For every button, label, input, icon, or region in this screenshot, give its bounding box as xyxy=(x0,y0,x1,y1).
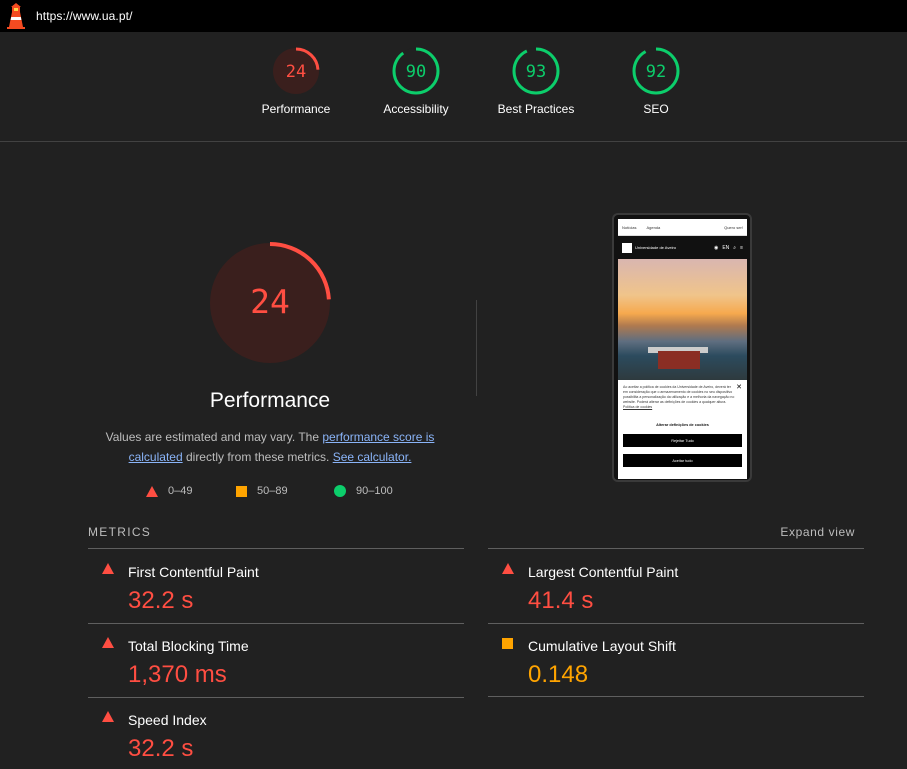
desc-text: Values are estimated and may vary. The xyxy=(105,430,323,444)
triangle-icon xyxy=(102,711,114,722)
see-calculator-link[interactable]: See calculator. xyxy=(333,450,412,464)
gauge-label: Accessibility xyxy=(383,102,449,116)
gauge-accessibility[interactable]: 90 Accessibility xyxy=(361,46,471,116)
gauge-seo[interactable]: 92 SEO xyxy=(601,46,711,116)
metric-name: Cumulative Layout Shift xyxy=(528,638,676,654)
top-bar: https://www.ua.pt/ xyxy=(0,0,907,32)
gauge-performance[interactable]: 24 Performance xyxy=(241,46,351,116)
metric-value: 32.2 s xyxy=(128,587,194,614)
gauge-label: Performance xyxy=(261,102,331,116)
alter-settings: Alterar definições de cookies xyxy=(656,423,709,427)
metrics-heading: METRICS xyxy=(88,525,152,539)
gauge-ring: 24 xyxy=(272,47,320,95)
nav-item: Agenda xyxy=(646,224,661,230)
cookie-banner: ✕ Ao aceitar a política de cookies da Un… xyxy=(618,380,747,479)
metric-first-contentful-paint: First Contentful Paint 32.2 s xyxy=(88,549,464,623)
legend-fail: 0–49 xyxy=(146,485,192,497)
cookie-body: Ao aceitar a política de cookies da Univ… xyxy=(623,385,735,404)
desc-text: directly from these metrics. xyxy=(182,450,333,464)
score-summary: 24 Performance 90 Accessibility 93 Best … xyxy=(0,32,907,142)
metric-speed-index: Speed Index 32.2 s xyxy=(88,697,464,769)
screenshot-header: Universidade de Aveiro ◉ EN ⌕ ≡ xyxy=(618,236,747,259)
ua-logo-icon xyxy=(622,242,632,253)
legend-range: 0–49 xyxy=(168,485,193,497)
screenshot-nav: Notícias Agenda Quero ser! xyxy=(618,219,747,236)
hero-image xyxy=(618,259,747,380)
legend-range: 50–89 xyxy=(257,485,288,497)
gauge-label: SEO xyxy=(643,102,669,116)
gauge-score: 92 xyxy=(646,62,666,82)
gauge-label: Best Practices xyxy=(497,102,575,116)
metric-value: 41.4 s xyxy=(528,587,594,614)
legend-range: 90–100 xyxy=(356,485,393,497)
logo-text: Universidade de Aveiro xyxy=(635,245,677,250)
screenshot-screen: Notícias Agenda Quero ser! Universidade … xyxy=(618,219,747,479)
eye-icon: ◉ xyxy=(713,244,719,251)
cookie-policy-link: Política de cookies xyxy=(623,405,653,409)
square-icon xyxy=(502,638,513,649)
expand-view-toggle[interactable]: Expand view xyxy=(780,525,855,539)
gauge-best-practices[interactable]: 93 Best Practices xyxy=(481,46,591,116)
metric-value: 32.2 s xyxy=(128,735,194,762)
performance-gauge-large: 24 xyxy=(209,242,331,364)
gauge-ring: 93 xyxy=(512,47,560,95)
search-icon: ⌕ xyxy=(733,244,737,251)
lang-label: EN xyxy=(722,244,730,251)
menu-icon: ≡ xyxy=(740,244,743,251)
reject-button: Rejeitar Tudo xyxy=(623,434,742,447)
triangle-icon xyxy=(102,563,114,574)
metric-value: 1,370 ms xyxy=(128,661,227,688)
triangle-icon xyxy=(502,563,514,574)
square-icon xyxy=(236,485,247,497)
gauge-ring: 90 xyxy=(392,47,440,95)
metric-name: First Contentful Paint xyxy=(128,564,259,580)
nav-item: Notícias xyxy=(622,224,637,230)
metric-largest-contentful-paint: Largest Contentful Paint 41.4 s xyxy=(488,549,864,623)
page-url: https://www.ua.pt/ xyxy=(36,9,133,23)
building-shape xyxy=(658,351,700,369)
metric-name: Total Blocking Time xyxy=(128,638,249,654)
metric-name: Speed Index xyxy=(128,712,207,728)
page-screenshot-thumbnail[interactable]: Notícias Agenda Quero ser! Universidade … xyxy=(612,213,752,482)
gauge-ring: 92 xyxy=(632,47,680,95)
lighthouse-logo-icon xyxy=(7,3,25,29)
triangle-icon xyxy=(102,637,114,648)
metric-total-blocking-time: Total Blocking Time 1,370 ms xyxy=(88,623,464,697)
gauge-score: 90 xyxy=(406,62,426,82)
triangle-icon xyxy=(146,485,158,497)
performance-description: Values are estimated and may vary. The p… xyxy=(95,427,445,467)
cookie-text: Ao aceitar a política de cookies da Univ… xyxy=(623,385,735,410)
metric-name: Largest Contentful Paint xyxy=(528,564,679,580)
accept-button: Aceitar tudo xyxy=(623,454,742,467)
header-icons: ◉ EN ⌕ ≡ xyxy=(714,245,743,251)
nav-item: Quero ser! xyxy=(724,224,743,230)
close-icon: ✕ xyxy=(736,384,742,391)
big-gauge-score: 24 xyxy=(250,282,290,321)
gauge-score: 24 xyxy=(286,62,306,82)
performance-title: Performance xyxy=(209,389,331,412)
metric-cumulative-layout-shift: Cumulative Layout Shift 0.148 xyxy=(488,623,864,697)
metrics-divider xyxy=(488,696,864,697)
legend-average: 50–89 xyxy=(236,485,288,497)
circle-icon xyxy=(334,485,346,497)
vertical-divider xyxy=(476,300,477,396)
gauge-score: 93 xyxy=(526,62,546,82)
legend-pass: 90–100 xyxy=(334,485,393,497)
metric-value: 0.148 xyxy=(528,661,589,688)
